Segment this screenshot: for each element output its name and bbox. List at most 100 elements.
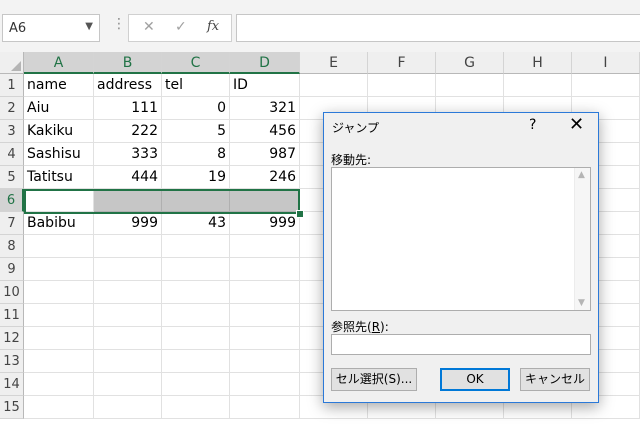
table-cell[interactable]	[230, 189, 300, 212]
row-header-13[interactable]: 13	[0, 350, 24, 373]
table-cell[interactable]	[24, 189, 94, 212]
close-icon[interactable]: ✕	[569, 114, 584, 135]
empty-cell[interactable]	[230, 235, 300, 258]
empty-cell[interactable]	[572, 74, 640, 97]
empty-cell[interactable]	[24, 350, 94, 373]
table-cell[interactable]: 999	[94, 212, 162, 235]
empty-cell[interactable]	[300, 74, 368, 97]
table-cell[interactable]: 43	[162, 212, 230, 235]
enter-entry-icon[interactable]: ✓	[175, 19, 187, 35]
row-header-11[interactable]: 11	[0, 304, 24, 327]
empty-cell[interactable]	[94, 235, 162, 258]
empty-cell[interactable]	[162, 350, 230, 373]
formula-bar-grip-icon[interactable]: ⋮	[112, 16, 126, 32]
select-all-corner[interactable]	[0, 52, 24, 74]
row-header-9[interactable]: 9	[0, 258, 24, 281]
empty-cell[interactable]	[230, 327, 300, 350]
column-header-g[interactable]: G	[436, 52, 504, 74]
empty-cell[interactable]	[162, 396, 230, 419]
empty-cell[interactable]	[162, 304, 230, 327]
empty-cell[interactable]	[436, 74, 504, 97]
empty-cell[interactable]	[230, 373, 300, 396]
goto-list[interactable]: ▲ ▼	[331, 167, 591, 311]
table-cell[interactable]: 987	[230, 143, 300, 166]
table-cell[interactable]: 246	[230, 166, 300, 189]
row-header-15[interactable]: 15	[0, 396, 24, 419]
row-header-7[interactable]: 7	[0, 212, 24, 235]
empty-cell[interactable]	[162, 327, 230, 350]
formula-input[interactable]	[236, 14, 640, 42]
row-header-10[interactable]: 10	[0, 281, 24, 304]
column-header-c[interactable]: C	[162, 52, 230, 74]
table-cell[interactable]: Tatitsu	[24, 166, 94, 189]
table-cell[interactable]: Sashisu	[24, 143, 94, 166]
row-header-12[interactable]: 12	[0, 327, 24, 350]
row-header-8[interactable]: 8	[0, 235, 24, 258]
column-header-i[interactable]: I	[572, 52, 640, 74]
empty-cell[interactable]	[24, 258, 94, 281]
column-header-h[interactable]: H	[504, 52, 572, 74]
cancel-button[interactable]: キャンセル	[520, 368, 590, 391]
header-cell[interactable]: tel	[162, 74, 230, 97]
empty-cell[interactable]	[504, 74, 572, 97]
row-header-2[interactable]: 2	[0, 97, 24, 120]
empty-cell[interactable]	[230, 258, 300, 281]
table-cell[interactable]: 5	[162, 120, 230, 143]
empty-cell[interactable]	[24, 396, 94, 419]
goto-list-scrollbar[interactable]: ▲ ▼	[574, 168, 590, 310]
empty-cell[interactable]	[94, 373, 162, 396]
empty-cell[interactable]	[24, 327, 94, 350]
header-cell[interactable]: ID	[230, 74, 300, 97]
empty-cell[interactable]	[24, 235, 94, 258]
column-header-f[interactable]: F	[368, 52, 436, 74]
table-cell[interactable]: 333	[94, 143, 162, 166]
help-icon[interactable]: ?	[529, 117, 536, 133]
reference-input[interactable]	[331, 334, 591, 355]
empty-cell[interactable]	[94, 396, 162, 419]
table-cell[interactable]: 444	[94, 166, 162, 189]
header-cell[interactable]: name	[24, 74, 94, 97]
empty-cell[interactable]	[368, 74, 436, 97]
table-cell[interactable]: 456	[230, 120, 300, 143]
table-cell[interactable]	[94, 189, 162, 212]
empty-cell[interactable]	[162, 258, 230, 281]
row-header-5[interactable]: 5	[0, 166, 24, 189]
ok-button[interactable]: OK	[440, 368, 510, 391]
table-cell[interactable]: Aiu	[24, 97, 94, 120]
empty-cell[interactable]	[94, 350, 162, 373]
insert-function-icon[interactable]: fx	[207, 19, 219, 34]
table-cell[interactable]: 999	[230, 212, 300, 235]
empty-cell[interactable]	[162, 281, 230, 304]
empty-cell[interactable]	[94, 327, 162, 350]
cancel-entry-icon[interactable]: ✕	[143, 19, 155, 35]
column-header-d[interactable]: D	[230, 52, 300, 74]
row-header-14[interactable]: 14	[0, 373, 24, 396]
empty-cell[interactable]	[94, 258, 162, 281]
row-header-4[interactable]: 4	[0, 143, 24, 166]
empty-cell[interactable]	[94, 304, 162, 327]
empty-cell[interactable]	[230, 281, 300, 304]
table-cell[interactable]: 321	[230, 97, 300, 120]
table-cell[interactable]: 111	[94, 97, 162, 120]
scroll-up-icon[interactable]: ▲	[578, 170, 585, 180]
fill-handle[interactable]	[296, 210, 304, 218]
row-header-6[interactable]: 6	[0, 189, 24, 212]
column-header-a[interactable]: A	[24, 52, 94, 74]
table-cell[interactable]: 19	[162, 166, 230, 189]
table-cell[interactable]: Kakiku	[24, 120, 94, 143]
table-cell[interactable]	[162, 189, 230, 212]
empty-cell[interactable]	[230, 304, 300, 327]
column-header-e[interactable]: E	[300, 52, 368, 74]
empty-cell[interactable]	[24, 304, 94, 327]
row-header-1[interactable]: 1	[0, 74, 24, 97]
table-cell[interactable]: 8	[162, 143, 230, 166]
special-button[interactable]: セル選択(S)...	[331, 368, 417, 391]
table-cell[interactable]: Babibu	[24, 212, 94, 235]
empty-cell[interactable]	[24, 373, 94, 396]
table-cell[interactable]: 222	[94, 120, 162, 143]
header-cell[interactable]: address	[94, 74, 162, 97]
chevron-down-icon[interactable]: ▼	[85, 21, 93, 32]
empty-cell[interactable]	[162, 235, 230, 258]
row-header-3[interactable]: 3	[0, 120, 24, 143]
empty-cell[interactable]	[94, 281, 162, 304]
